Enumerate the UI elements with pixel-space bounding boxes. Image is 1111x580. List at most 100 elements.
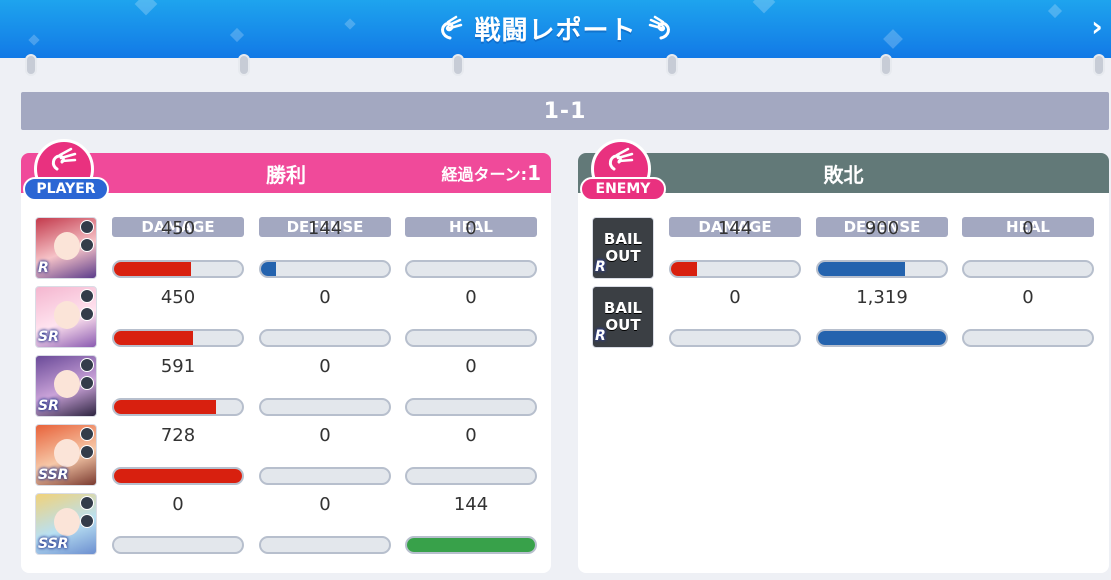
character-portrait[interactable]: SR bbox=[35, 286, 97, 348]
heal-stat-value: 0 bbox=[465, 218, 477, 239]
defense-stat-value: 0 bbox=[319, 287, 331, 308]
damage-stat-bar-fill bbox=[114, 400, 217, 414]
damage-stat: 144 bbox=[669, 217, 801, 279]
heal-stat-value: 144 bbox=[453, 494, 489, 515]
heal-stat-value: 0 bbox=[465, 287, 477, 308]
damage-stat: 591 bbox=[112, 355, 244, 417]
damage-stat-value: 0 bbox=[172, 494, 184, 515]
defense-stat-value: 900 bbox=[864, 218, 900, 239]
role-icon bbox=[80, 238, 94, 252]
heal-stat-bar bbox=[962, 329, 1094, 347]
damage-stat-bar bbox=[112, 260, 244, 278]
enemy-badge: ENEMY bbox=[580, 139, 666, 215]
defense-stat: 0 bbox=[259, 355, 391, 417]
defense-stat-bar bbox=[259, 398, 391, 416]
defense-stat: 0 bbox=[259, 286, 391, 348]
heal-stat-value: 0 bbox=[465, 356, 477, 377]
defense-stat-value: 0 bbox=[319, 425, 331, 446]
character-portrait[interactable]: SSR bbox=[35, 424, 97, 486]
rarity-badge: SR bbox=[38, 398, 59, 414]
defense-stat-bar-fill bbox=[261, 262, 277, 276]
enemy-result: 敗北 bbox=[823, 162, 864, 187]
damage-stat-bar-fill bbox=[671, 262, 697, 276]
heal-stat: 0 bbox=[405, 355, 537, 417]
defense-stat-bar bbox=[259, 536, 391, 554]
element-icon bbox=[80, 358, 94, 372]
close-chevron-icon[interactable]: › bbox=[1087, 12, 1107, 42]
heal-stat: 0 bbox=[405, 286, 537, 348]
character-portrait[interactable]: R bbox=[35, 217, 97, 279]
defense-stat-bar-fill bbox=[818, 262, 906, 276]
wing-left-icon bbox=[441, 15, 463, 40]
heal-stat-bar bbox=[405, 398, 537, 416]
heal-stat: 0 bbox=[962, 286, 1094, 348]
heal-stat-bar bbox=[405, 536, 537, 554]
enemy-portrait[interactable]: BAIL OUT R bbox=[592, 286, 654, 348]
heal-stat-value: 0 bbox=[1022, 218, 1034, 239]
enemy-name-line2: OUT bbox=[605, 247, 641, 265]
rarity-badge: SR bbox=[38, 329, 59, 345]
defense-stat: 144 bbox=[259, 217, 391, 279]
defense-stat-value: 0 bbox=[319, 356, 331, 377]
element-icon bbox=[80, 220, 94, 234]
enemy-unit-row: BAIL OUT R 144 900 0 bbox=[578, 217, 1109, 283]
heal-stat-value: 0 bbox=[1022, 287, 1034, 308]
defense-stat: 0 bbox=[259, 424, 391, 486]
page-title: 戦闘レポート bbox=[474, 15, 637, 46]
heal-stat-bar bbox=[405, 329, 537, 347]
role-icon bbox=[80, 445, 94, 459]
rarity-badge: SSR bbox=[38, 467, 69, 483]
player-result: 勝利 bbox=[266, 162, 306, 187]
damage-stat-bar-fill bbox=[114, 331, 194, 345]
player-panel: 勝利 経過ターン:1 DAMAGE DEFENSE HEAL R 450 144 0 S… bbox=[21, 153, 551, 573]
heal-stat-bar bbox=[962, 260, 1094, 278]
rarity-badge: R bbox=[595, 328, 606, 344]
enemy-unit-row: BAIL OUT R 0 1,319 0 bbox=[578, 286, 1109, 352]
defense-stat: 900 bbox=[816, 217, 948, 279]
character-portrait[interactable]: SSR bbox=[35, 493, 97, 555]
element-icon bbox=[80, 496, 94, 510]
damage-stat: 450 bbox=[112, 217, 244, 279]
damage-stat-bar bbox=[112, 398, 244, 416]
defense-stat: 1,319 bbox=[816, 286, 948, 348]
enemy-panel: 敗北 DAMAGE DEFENSE HEAL BAIL OUT R 144 900 0 BA… bbox=[578, 153, 1109, 573]
role-icon bbox=[80, 307, 94, 321]
heal-stat: 0 bbox=[962, 217, 1094, 279]
damage-stat-bar bbox=[669, 329, 801, 347]
player-badge: PLAYER bbox=[23, 139, 109, 215]
damage-stat: 0 bbox=[112, 493, 244, 555]
damage-stat-bar bbox=[112, 536, 244, 554]
damage-stat-bar bbox=[669, 260, 801, 278]
damage-stat-bar-fill bbox=[114, 262, 191, 276]
rarity-badge: R bbox=[595, 259, 606, 275]
wing-badge-icon bbox=[608, 147, 634, 171]
enemy-name-line1: BAIL bbox=[603, 230, 643, 248]
defense-stat: 0 bbox=[259, 493, 391, 555]
damage-stat-value: 0 bbox=[729, 287, 741, 308]
enemy-name-line2: OUT bbox=[605, 316, 641, 334]
hanger-row bbox=[0, 54, 1111, 80]
character-portrait[interactable]: SR bbox=[35, 355, 97, 417]
damage-stat-bar-fill bbox=[114, 469, 242, 483]
stage-label-bar: 1-1 bbox=[21, 92, 1109, 130]
defense-stat-bar bbox=[816, 260, 948, 278]
defense-stat-value: 0 bbox=[319, 494, 331, 515]
damage-stat-bar bbox=[112, 467, 244, 485]
enemy-portrait[interactable]: BAIL OUT R bbox=[592, 217, 654, 279]
role-icon bbox=[80, 514, 94, 528]
element-icon bbox=[80, 289, 94, 303]
player-unit-row: SR 450 0 0 bbox=[21, 286, 551, 352]
enemy-name-line1: BAIL bbox=[603, 299, 643, 317]
heal-stat-bar bbox=[405, 467, 537, 485]
heal-stat-value: 0 bbox=[465, 425, 477, 446]
element-icon bbox=[80, 427, 94, 441]
defense-stat-bar bbox=[259, 467, 391, 485]
header-bar: 戦闘レポート › bbox=[0, 0, 1111, 58]
rarity-badge: SSR bbox=[38, 536, 69, 552]
defense-stat-value: 144 bbox=[307, 218, 343, 239]
player-unit-row: SR 591 0 0 bbox=[21, 355, 551, 421]
defense-stat-value: 1,319 bbox=[856, 287, 908, 308]
defense-stat-bar bbox=[259, 260, 391, 278]
damage-stat-value: 728 bbox=[160, 425, 196, 446]
heal-stat: 144 bbox=[405, 493, 537, 555]
